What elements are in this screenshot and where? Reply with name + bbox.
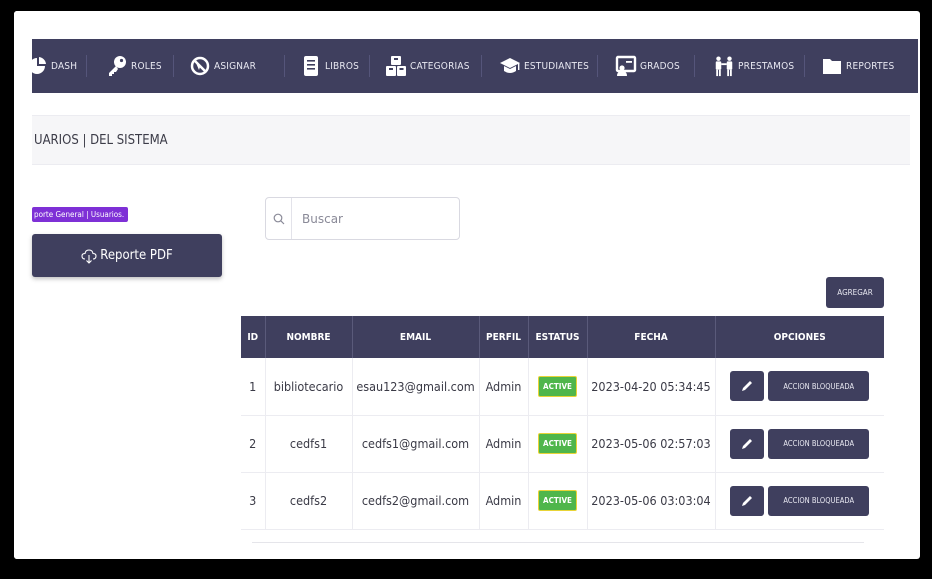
add-button[interactable]: AGREGAR xyxy=(826,277,884,308)
table-bottom-divider xyxy=(252,542,864,543)
status-badge: ACTIVE xyxy=(538,490,577,511)
nav-item-estudiantes[interactable]: ESTUDIANTES xyxy=(499,39,589,93)
col-header-fecha[interactable]: FECHA xyxy=(587,316,716,358)
cell-perfil: Admin xyxy=(479,358,529,416)
boxes-icon xyxy=(385,55,407,77)
col-header-nombre[interactable]: NOMBRE xyxy=(265,316,353,358)
cell-id: 2 xyxy=(241,415,266,473)
cell-id: 1 xyxy=(241,358,266,416)
edit-button[interactable] xyxy=(730,428,765,459)
blocked-action-button[interactable]: ACCION BLOQUEADA xyxy=(768,485,870,516)
cell-fecha: 2023-04-20 05:34:45 xyxy=(587,358,716,416)
col-header-id[interactable]: ID xyxy=(241,316,266,358)
left-edge xyxy=(14,11,32,559)
nav-item-dash[interactable]: DASH xyxy=(26,39,77,93)
key-icon xyxy=(106,55,128,77)
nav-item-prestamos[interactable]: PRESTAMOS xyxy=(713,39,794,93)
cell-perfil: Admin xyxy=(479,472,529,530)
nav-divider xyxy=(86,55,87,77)
col-header-perfil[interactable]: PERFIL xyxy=(479,316,529,358)
nav-item-libros[interactable]: LIBROS xyxy=(300,39,359,93)
page-header: UARIOS | DEL SISTEMA xyxy=(32,115,910,165)
nav-label: GRADOS xyxy=(640,60,680,72)
cell-nombre: bibliotecario xyxy=(265,358,353,416)
blocked-action-button[interactable]: ACCION BLOQUEADA xyxy=(768,371,870,402)
col-header-estatus[interactable]: ESTATUS xyxy=(528,316,588,358)
table-header-row: ID NOMBRE EMAIL PERFIL ESTATUS FECHA OPC… xyxy=(241,316,884,358)
nav-label: CATEGORIAS xyxy=(410,60,470,72)
nav-divider xyxy=(481,55,482,77)
col-header-email[interactable]: EMAIL xyxy=(352,316,480,358)
no-access-icon xyxy=(189,55,211,77)
status-badge: ACTIVE xyxy=(538,375,577,397)
nav-divider xyxy=(804,55,805,77)
top-navbar: DASH ROLES ASIGNAR LIBROS CATEGORIAS EST… xyxy=(29,39,918,93)
page-title: UARIOS | DEL SISTEMA xyxy=(34,133,168,148)
cell-nombre: cedfs1 xyxy=(265,415,353,473)
nav-item-asignar[interactable]: ASIGNAR xyxy=(189,39,256,93)
cell-fecha: 2023-05-06 03:03:04 xyxy=(587,472,716,530)
book-icon xyxy=(300,55,322,77)
nav-item-grados[interactable]: GRADOS xyxy=(615,39,680,93)
blocked-action-button[interactable]: ACCION BLOQUEADA xyxy=(768,428,870,459)
cell-opciones: ACCION BLOQUEADA xyxy=(715,472,884,530)
nav-divider xyxy=(694,55,695,77)
nav-label: PRESTAMOS xyxy=(738,60,795,72)
cloud-download-icon xyxy=(81,248,97,264)
search-input[interactable] xyxy=(292,211,452,226)
graduation-cap-icon xyxy=(499,55,521,77)
pdf-button-label: Reporte PDF xyxy=(100,248,173,263)
table-row: 1 bibliotecario esau123@gmail.com Admin … xyxy=(241,358,884,416)
pencil-icon xyxy=(742,495,753,506)
table-row: 2 cedfs1 cedfs1@gmail.com Admin ACTIVE 2… xyxy=(241,415,884,473)
cell-fecha: 2023-05-06 02:57:03 xyxy=(587,415,716,473)
nav-divider xyxy=(597,55,598,77)
search-icon xyxy=(266,198,292,239)
edit-button[interactable] xyxy=(730,371,765,402)
cell-email: cedfs2@gmail.com xyxy=(352,472,480,530)
cell-email: cedfs1@gmail.com xyxy=(352,415,480,473)
nav-label: ASIGNAR xyxy=(214,60,257,72)
pie-chart-icon xyxy=(26,55,48,77)
presentation-icon xyxy=(615,55,637,77)
pdf-report-button[interactable]: Reporte PDF xyxy=(32,234,222,277)
nav-item-categorias[interactable]: CATEGORIAS xyxy=(385,39,470,93)
nav-divider xyxy=(284,55,285,77)
nav-label: ESTUDIANTES xyxy=(524,60,590,72)
nav-item-reportes[interactable]: REPORTES xyxy=(821,39,894,93)
nav-divider xyxy=(173,55,174,77)
nav-label: LIBROS xyxy=(325,60,360,72)
cell-email: esau123@gmail.com xyxy=(352,358,480,416)
search-box xyxy=(265,197,460,240)
pencil-icon xyxy=(742,381,753,392)
nav-divider xyxy=(369,55,370,77)
edit-button[interactable] xyxy=(730,485,765,516)
cell-nombre: cedfs2 xyxy=(265,472,353,530)
people-icon xyxy=(713,55,735,77)
users-table: ID NOMBRE EMAIL PERFIL ESTATUS FECHA OPC… xyxy=(241,316,884,530)
nav-label: DASH xyxy=(51,60,78,72)
nav-label: REPORTES xyxy=(846,60,895,72)
cell-estatus: ACTIVE xyxy=(528,472,588,530)
report-badge: porte General | Usuarios. xyxy=(32,207,129,222)
nav-item-roles[interactable]: ROLES xyxy=(106,39,162,93)
table-row: 3 cedfs2 cedfs2@gmail.com Admin ACTIVE 2… xyxy=(241,472,884,530)
pencil-icon xyxy=(742,438,753,449)
folder-icon xyxy=(821,55,843,77)
app-window: DASH ROLES ASIGNAR LIBROS CATEGORIAS EST… xyxy=(14,11,920,559)
cell-opciones: ACCION BLOQUEADA xyxy=(715,415,884,473)
cell-perfil: Admin xyxy=(479,415,529,473)
cell-estatus: ACTIVE xyxy=(528,358,588,416)
nav-label: ROLES xyxy=(131,60,162,72)
cell-id: 3 xyxy=(241,472,266,530)
cell-opciones: ACCION BLOQUEADA xyxy=(715,358,884,416)
status-badge: ACTIVE xyxy=(538,433,577,454)
col-header-opciones: OPCIONES xyxy=(715,316,884,358)
cell-estatus: ACTIVE xyxy=(528,415,588,473)
